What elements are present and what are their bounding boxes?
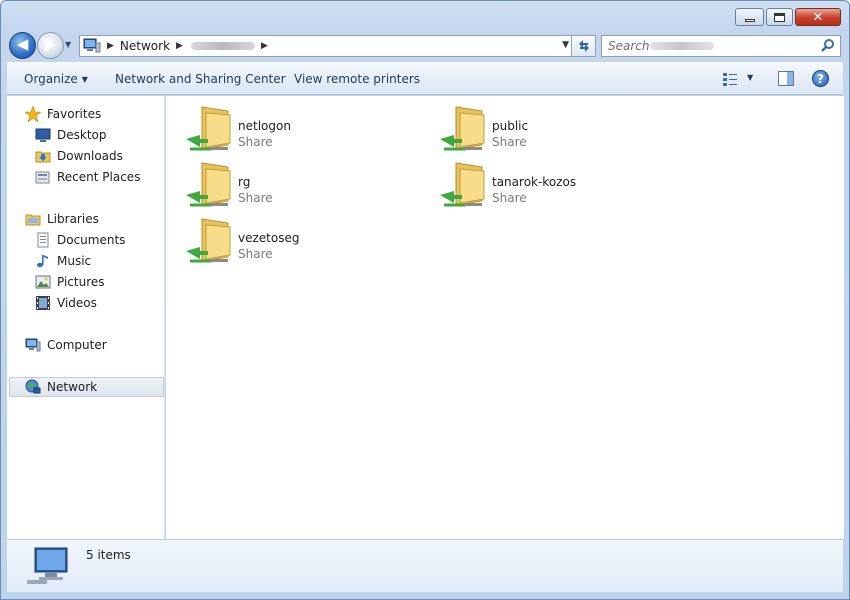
refresh-button[interactable] xyxy=(571,35,596,57)
list-item[interactable]: vezetoseg Share xyxy=(184,215,414,267)
search-box[interactable] xyxy=(601,35,841,57)
shared-folder-icon xyxy=(186,218,231,263)
sidebar-item-pictures[interactable]: Pictures xyxy=(35,272,105,292)
recent-pages-dropdown[interactable]: ▼ xyxy=(65,40,74,50)
libraries-icon xyxy=(25,214,41,226)
network-sharing-center-button[interactable]: Network and Sharing Center xyxy=(115,72,286,86)
refresh-icon xyxy=(578,40,589,52)
breadcrumb-separator-icon[interactable]: ▶ xyxy=(107,41,114,51)
share-type: Share xyxy=(238,135,273,149)
close-button[interactable]: ✕ xyxy=(795,8,841,26)
share-type: Share xyxy=(238,247,273,261)
share-name: netlogon xyxy=(238,119,291,133)
sidebar-item-label: Desktop xyxy=(57,128,107,142)
search-blurred-scope xyxy=(650,42,714,50)
maximize-button[interactable] xyxy=(766,8,793,26)
back-button[interactable]: ◀ xyxy=(9,32,36,59)
sidebar-item-label: Music xyxy=(57,254,92,268)
shared-folder-icon xyxy=(186,106,231,151)
forward-arrow-icon: ▶ xyxy=(44,35,57,53)
sidebar-item-music[interactable]: Music xyxy=(35,251,91,271)
details-pane: 5 items xyxy=(7,539,843,592)
recent-places-icon xyxy=(35,171,50,184)
sidebar-item-libraries[interactable]: Libraries xyxy=(25,209,99,229)
share-type: Share xyxy=(492,135,527,149)
address-dropdown-icon[interactable]: ▼ xyxy=(562,40,569,50)
change-view-icon[interactable] xyxy=(723,72,737,86)
address-bar[interactable]: ▶ Network ▶ ▶ ▼ xyxy=(79,35,573,57)
view-options-dropdown-icon[interactable]: ▼ xyxy=(747,73,753,82)
documents-icon xyxy=(37,232,49,248)
help-icon[interactable]: ? xyxy=(812,70,829,87)
sidebar-item-recent-places[interactable]: Recent Places xyxy=(35,167,140,187)
command-bar: Organize ▼ Network and Sharing Center Vie… xyxy=(7,62,843,95)
sidebar-item-favorites[interactable]: Favorites xyxy=(25,104,101,124)
forward-button[interactable]: ▶ xyxy=(37,32,64,59)
sidebar-item-videos[interactable]: Videos xyxy=(35,293,97,313)
shared-folder-icon xyxy=(440,106,485,151)
breadcrumb-network[interactable]: Network xyxy=(120,39,170,53)
downloads-icon xyxy=(35,151,51,163)
organize-label: Organize xyxy=(24,72,78,86)
shared-folder-icon xyxy=(186,162,231,207)
back-arrow-icon: ◀ xyxy=(16,35,29,53)
minimize-button[interactable] xyxy=(735,8,764,26)
list-item[interactable]: tanarok-kozos Share xyxy=(438,159,668,211)
minimize-icon xyxy=(744,18,755,22)
shared-folder-icon xyxy=(440,162,485,207)
list-item[interactable]: netlogon Share xyxy=(184,103,414,155)
share-name: tanarok-kozos xyxy=(492,175,577,189)
search-icon[interactable] xyxy=(820,38,836,54)
maximize-icon xyxy=(774,12,785,22)
navigation-bar: ◀ ▶ ▼ ▶ Network ▶ ▶ ▼ xyxy=(7,32,843,59)
share-type: Share xyxy=(238,191,273,205)
computer-icon xyxy=(25,338,41,352)
sidebar-item-label: Pictures xyxy=(57,275,105,289)
network-computer-icon xyxy=(27,547,68,584)
share-name: vezetoseg xyxy=(238,231,300,245)
network-icon xyxy=(25,379,41,394)
breadcrumb-separator-icon[interactable]: ▶ xyxy=(176,41,183,51)
list-item[interactable]: rg Share xyxy=(184,159,414,211)
share-type: Share xyxy=(492,191,527,205)
sidebar-item-label: Documents xyxy=(57,233,126,247)
breadcrumb-blurred-computer[interactable] xyxy=(190,42,255,50)
network-location-icon xyxy=(83,38,101,53)
music-icon xyxy=(37,255,48,268)
breadcrumb-separator-icon[interactable]: ▶ xyxy=(261,41,268,51)
sidebar-item-label: Libraries xyxy=(47,212,99,226)
sidebar-item-computer[interactable]: Computer xyxy=(25,335,107,355)
sidebar-item-label: Videos xyxy=(57,296,97,310)
list-item[interactable]: public Share xyxy=(438,103,668,155)
sidebar-item-label: Downloads xyxy=(57,149,123,163)
file-list: netlogon Share public Share rg Share tan… xyxy=(166,96,844,539)
favorites-star-icon xyxy=(25,106,41,122)
organize-dropdown-icon: ▼ xyxy=(81,75,88,84)
videos-icon xyxy=(36,296,50,310)
sidebar-item-label: Recent Places xyxy=(57,170,141,184)
item-count: 5 items xyxy=(86,548,131,562)
sidebar-item-network[interactable]: Network xyxy=(9,377,164,397)
share-name: public xyxy=(492,119,529,133)
preview-pane-icon[interactable] xyxy=(778,71,794,86)
view-remote-printers-button[interactable]: View remote printers xyxy=(294,72,420,86)
share-name: rg xyxy=(238,175,251,189)
close-icon: ✕ xyxy=(812,9,824,25)
sidebar-item-label: Computer xyxy=(47,338,107,352)
sidebar-item-label: Favorites xyxy=(47,107,102,121)
sidebar-item-desktop[interactable]: Desktop xyxy=(35,125,107,145)
explorer-window: ✕ ◀ ▶ ▼ ▶ Network ▶ ▶ ▼ Search Organize … xyxy=(0,0,850,600)
navigation-pane: Favorites Desktop Downloads Recent Place… xyxy=(7,96,165,539)
desktop-icon xyxy=(35,128,51,142)
pictures-icon xyxy=(35,275,51,289)
sidebar-item-downloads[interactable]: Downloads xyxy=(35,146,123,166)
sidebar-item-documents[interactable]: Documents xyxy=(35,230,125,250)
sidebar-item-label: Network xyxy=(47,380,98,394)
caption-buttons: ✕ xyxy=(735,8,841,26)
organize-button[interactable]: Organize ▼ xyxy=(24,72,88,86)
